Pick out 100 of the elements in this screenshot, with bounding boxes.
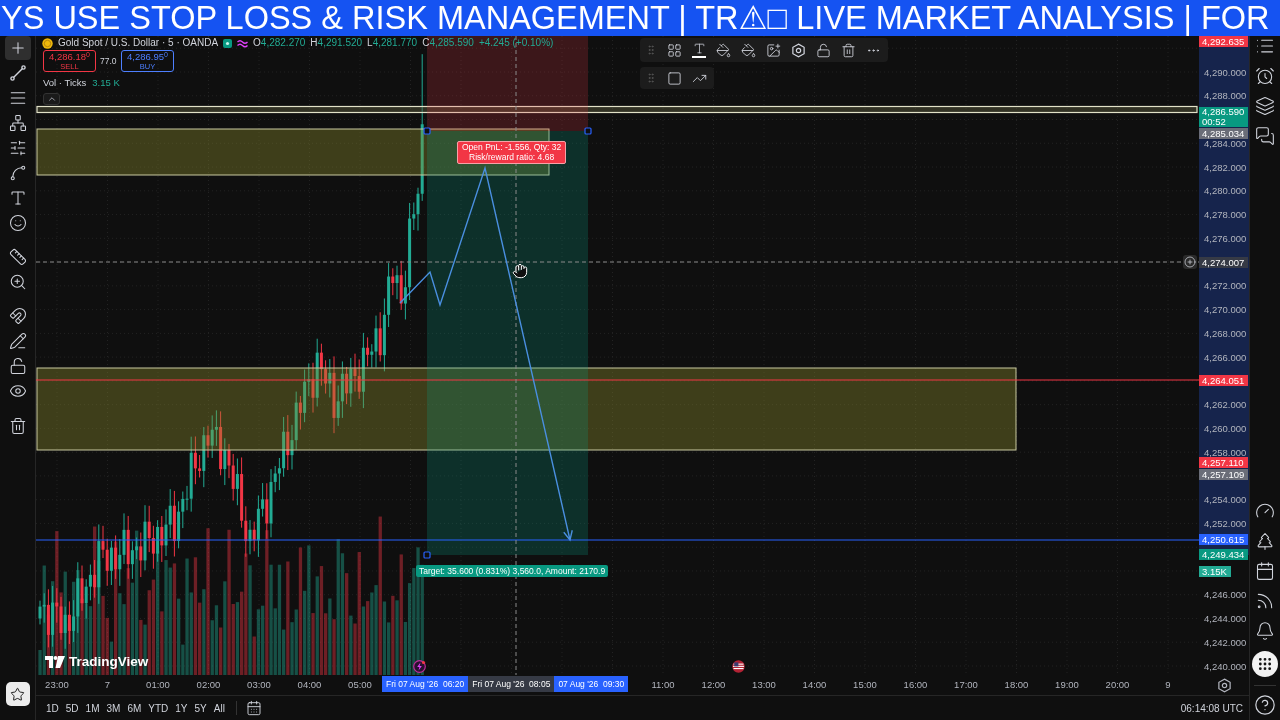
collapse-button[interactable] xyxy=(43,93,60,105)
symbol-title: Gold Spot / U.S. Dollar · 5 · OANDA xyxy=(58,37,219,49)
paint-bucket-icon[interactable] xyxy=(716,42,731,58)
grid-plus-icon[interactable] xyxy=(667,42,682,58)
time-tick: 02:00 xyxy=(196,679,221,691)
price-tick: 4,290.000 xyxy=(1204,67,1247,77)
coin-icon xyxy=(42,37,53,49)
price-tag: 4,250.615 xyxy=(1199,534,1249,546)
resize-handle[interactable] xyxy=(423,551,431,559)
status-square-icon xyxy=(223,38,233,48)
price-tick: 4,246.000 xyxy=(1204,590,1247,600)
timeframe-option[interactable]: 5D xyxy=(63,700,81,716)
ohlc-reading: L4,281.770 xyxy=(367,37,418,49)
lightning-icon[interactable] xyxy=(413,660,426,673)
price-tag: 4,285.034 xyxy=(1199,128,1249,139)
rectangle-icon[interactable] xyxy=(667,70,682,86)
price-tick: 4,270.000 xyxy=(1204,305,1247,315)
time-tick: 14:00 xyxy=(802,679,827,691)
price-tick: 4,244.000 xyxy=(1204,613,1247,623)
target-label: Target: 35.600 (0.831%) 3,560.0, Amount: 2170.9 xyxy=(416,565,609,577)
price-tick: 4,278.000 xyxy=(1204,210,1247,220)
price-tag: 3.15K xyxy=(1199,565,1231,577)
highlight-zone[interactable] xyxy=(36,105,1198,114)
take-profit-zone[interactable] xyxy=(427,131,588,555)
timeframe-option[interactable]: 1M xyxy=(83,700,102,716)
timeframe-option[interactable]: 1Y xyxy=(173,700,190,716)
unlocked-lock-icon[interactable] xyxy=(816,42,831,58)
price-tick: 4,280.000 xyxy=(1204,186,1247,196)
price-tag: 4,274.007 xyxy=(1199,256,1249,268)
ohlc-reading: C4,285.590 xyxy=(422,37,474,49)
timeframe-option[interactable]: 1D xyxy=(44,700,61,716)
price-tick: 4,254.000 xyxy=(1204,495,1247,505)
price-change: +4.245 (+0.10%) xyxy=(478,37,554,49)
alarm-clock-icon[interactable] xyxy=(1255,66,1275,86)
price-tick: 4,266.000 xyxy=(1204,352,1247,362)
rss-icon[interactable] xyxy=(1255,591,1275,611)
ohlc-reading: O4,282.270 xyxy=(253,37,306,49)
timeframe-option[interactable]: YTD xyxy=(146,700,171,716)
resize-handle[interactable] xyxy=(423,127,431,135)
image-plus-icon[interactable] xyxy=(766,42,781,58)
paint-bucket-icon[interactable] xyxy=(741,42,756,58)
time-tick: 9 xyxy=(1165,679,1171,691)
plus-circle-icon[interactable] xyxy=(1183,255,1197,269)
trash-icon[interactable] xyxy=(841,42,856,58)
timeframe-option[interactable]: 5Y xyxy=(192,700,209,716)
help-icon[interactable] xyxy=(1254,694,1276,716)
horizontal-lines-icon xyxy=(8,89,27,107)
time-tick: 19:00 xyxy=(1055,679,1079,691)
projection-arrow[interactable] xyxy=(399,165,573,542)
grip-icon[interactable] xyxy=(645,44,657,56)
chevron-up-icon xyxy=(46,94,57,104)
time-tick: 17:00 xyxy=(954,679,978,691)
timeframe-option[interactable]: 6M xyxy=(125,700,144,716)
price-tick: 4,276.000 xyxy=(1204,233,1247,243)
price-tag: 4,257.110 xyxy=(1199,457,1248,469)
grid-dots-icon[interactable] xyxy=(1252,651,1278,677)
logo-text: TradingView xyxy=(69,654,149,669)
layers-icon[interactable] xyxy=(1255,96,1275,116)
time-tick: 04:00 xyxy=(297,679,322,691)
eye-icon xyxy=(8,382,27,400)
price-tag: 4,264.051 xyxy=(1199,374,1249,386)
calendar-icon[interactable] xyxy=(245,700,262,716)
time-tick: 13:00 xyxy=(752,679,776,691)
time-marker: Fri 07 Aug '26 06:20 xyxy=(382,676,469,692)
calendar-icon[interactable] xyxy=(1255,561,1275,581)
spread-value: 77.0 xyxy=(100,56,117,66)
time-tick: 05:00 xyxy=(348,679,372,691)
text-color-icon[interactable] xyxy=(692,42,706,58)
time-tick: 11:00 xyxy=(651,679,675,691)
timeframe-option[interactable]: All xyxy=(211,700,227,716)
cross-cursor-tool[interactable] xyxy=(4,36,31,60)
text-icon xyxy=(8,189,27,207)
time-tick: 03:00 xyxy=(247,679,271,691)
settings-icon[interactable] xyxy=(1216,677,1232,693)
bell-icon[interactable] xyxy=(1255,621,1275,641)
pencil-icon xyxy=(8,332,27,350)
trash-icon xyxy=(8,417,27,435)
price-tick: 4,284.000 xyxy=(1204,138,1247,148)
time-tick: 20:00 xyxy=(1105,679,1130,691)
zoom-in-icon xyxy=(8,273,27,291)
price-tick: 4,240.000 xyxy=(1204,661,1247,671)
trend-line-icon xyxy=(8,64,27,82)
resize-handle[interactable] xyxy=(584,127,592,135)
pine-tree-icon[interactable] xyxy=(1255,531,1275,551)
ohlc-reading: H4,291.520 xyxy=(310,37,363,49)
time-tick: 12:00 xyxy=(701,679,726,691)
price-tick: 4,272.000 xyxy=(1204,281,1247,291)
price-tick: 4,268.000 xyxy=(1204,328,1247,338)
price-tick: 4,288.000 xyxy=(1204,91,1247,101)
grip-icon[interactable] xyxy=(645,72,657,84)
magnet-icon xyxy=(8,307,27,325)
time-tick: 15:00 xyxy=(853,679,877,691)
price-tag: 4,286.590 00:52 xyxy=(1199,107,1249,127)
settings-icon[interactable] xyxy=(791,42,806,58)
chat-icon[interactable] xyxy=(1255,126,1275,146)
timeframe-option[interactable]: 3M xyxy=(104,700,123,716)
time-tick: 7 xyxy=(104,679,111,691)
flag-icon[interactable] xyxy=(732,660,745,673)
network-icon xyxy=(8,114,27,132)
time-tick: 16:00 xyxy=(903,679,928,691)
